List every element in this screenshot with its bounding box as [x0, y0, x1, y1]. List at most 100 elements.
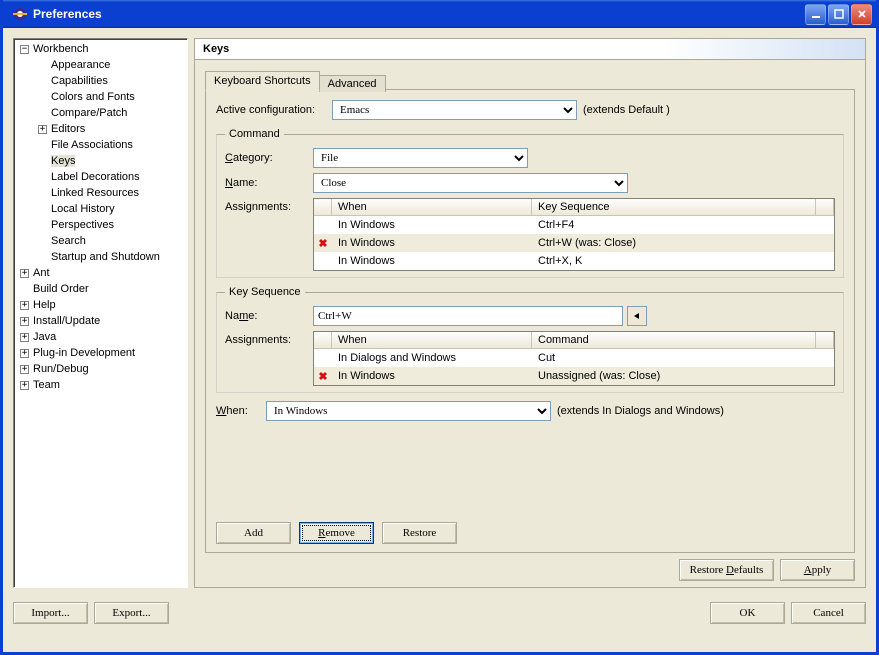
tab-advanced[interactable]: Advanced	[319, 75, 386, 92]
active-config-select[interactable]: Emacs	[332, 100, 577, 120]
tree-item[interactable]: Perspectives	[14, 217, 187, 233]
keyseq-assignments-table[interactable]: When Command In Dialogs and WindowsCut✖I…	[313, 331, 835, 386]
table-row[interactable]: ✖In WindowsUnassigned (was: Close)	[314, 367, 834, 385]
tree-item[interactable]: Linked Resources	[14, 185, 187, 201]
when-extends: (extends In Dialogs and Windows)	[557, 405, 724, 417]
expand-icon[interactable]: +	[20, 301, 29, 310]
tree-item-label: Run/Debug	[33, 363, 89, 375]
cell-when: In Windows	[332, 255, 532, 267]
tree-item[interactable]: + Run/Debug	[14, 361, 187, 377]
tree-item[interactable]: Appearance	[14, 57, 187, 73]
tree-item[interactable]: −Workbench	[14, 41, 187, 57]
tree-item[interactable]: + Install/Update	[14, 313, 187, 329]
add-button[interactable]: Add	[216, 522, 291, 544]
remove-button[interactable]: Remove	[299, 522, 374, 544]
expand-icon[interactable]: +	[20, 333, 29, 342]
tree-item-label: Ant	[33, 267, 50, 279]
col-when[interactable]: When	[332, 332, 532, 348]
keyseq-name-input[interactable]	[313, 306, 623, 326]
table-row[interactable]: In WindowsCtrl+X, K	[314, 252, 834, 270]
col-icon[interactable]	[314, 332, 332, 348]
expand-icon[interactable]: +	[20, 365, 29, 374]
tree-item[interactable]: +Plug-in Development	[14, 345, 187, 361]
tree-spacer	[38, 141, 47, 150]
tree-item[interactable]: Search	[14, 233, 187, 249]
table-row[interactable]: ✖In WindowsCtrl+W (was: Close)	[314, 234, 834, 252]
active-config-extends: (extends Default )	[583, 104, 670, 116]
close-button[interactable]	[851, 4, 872, 25]
page-title: Keys	[194, 38, 866, 60]
cancel-button[interactable]: Cancel	[791, 602, 866, 624]
table-row[interactable]: In Dialogs and WindowsCut	[314, 349, 834, 367]
keyseq-arrow-button[interactable]	[627, 306, 647, 326]
export-button[interactable]: Export...	[94, 602, 169, 624]
tree-item[interactable]: Startup and Shutdown	[14, 249, 187, 265]
keyseq-name-label: Name:	[225, 310, 305, 322]
cell-when: In Windows	[332, 219, 532, 231]
tree-item[interactable]: +Team	[14, 377, 187, 393]
import-button[interactable]: Import...	[13, 602, 88, 624]
tree-item[interactable]: Compare/Patch	[14, 105, 187, 121]
tree-item[interactable]: +Editors	[14, 121, 187, 137]
cell-keyseq: Ctrl+F4	[532, 219, 834, 231]
category-select[interactable]: File	[313, 148, 528, 168]
minimize-button[interactable]	[805, 4, 826, 25]
tree-item[interactable]: + Java	[14, 329, 187, 345]
command-name-label: Name:	[225, 177, 305, 189]
tree-item[interactable]: Build Order	[14, 281, 187, 297]
tree-item[interactable]: Keys	[14, 153, 187, 169]
expand-icon[interactable]: +	[20, 349, 29, 358]
when-label: When:	[216, 405, 260, 417]
restore-defaults-button[interactable]: Restore Defaults	[679, 559, 774, 581]
tree-item[interactable]: Capabilities	[14, 73, 187, 89]
expand-icon[interactable]: +	[38, 125, 47, 134]
app-icon	[12, 6, 28, 22]
command-name-select[interactable]: Close	[313, 173, 628, 193]
when-select[interactable]: In Windows	[266, 401, 551, 421]
col-when[interactable]: When	[332, 199, 532, 215]
tree-item-label: Appearance	[51, 59, 110, 71]
cell-when: In Windows	[332, 237, 532, 249]
tree-item-label: Install/Update	[33, 315, 100, 327]
tree-item-label: File Associations	[51, 139, 133, 151]
keyseq-legend: Key Sequence	[225, 286, 305, 298]
col-icon[interactable]	[314, 199, 332, 215]
tree-item[interactable]: Label Decorations	[14, 169, 187, 185]
tree-item[interactable]: + Help	[14, 297, 187, 313]
expand-icon[interactable]: +	[20, 269, 29, 278]
keyseq-group: Key Sequence Name: Assignments:	[216, 286, 844, 393]
maximize-button[interactable]	[828, 4, 849, 25]
tree-item[interactable]: + Ant	[14, 265, 187, 281]
command-group: Command Category: File Name: Close Assig…	[216, 128, 844, 278]
tree-item-label: Java	[33, 331, 56, 343]
tree-spacer	[38, 205, 47, 214]
tree-item-label: Perspectives	[51, 219, 114, 231]
cell-keyseq: Ctrl+W (was: Close)	[532, 237, 834, 249]
expand-icon[interactable]: +	[20, 317, 29, 326]
tree-item[interactable]: Colors and Fonts	[14, 89, 187, 105]
tab-keyboard-shortcuts[interactable]: Keyboard Shortcuts	[205, 71, 320, 91]
tab-bar: Keyboard Shortcuts Advanced	[205, 68, 855, 90]
collapse-icon[interactable]: −	[20, 45, 29, 54]
tree-spacer	[38, 189, 47, 198]
restore-button[interactable]: Restore	[382, 522, 457, 544]
keyseq-assignments-label: Assignments:	[225, 331, 305, 346]
tree-item[interactable]: Local History	[14, 201, 187, 217]
tree-item-label: Startup and Shutdown	[51, 251, 160, 263]
table-row[interactable]: In WindowsCtrl+F4	[314, 216, 834, 234]
cell-command: Unassigned (was: Close)	[532, 370, 834, 382]
tree-item-label: Help	[33, 299, 56, 311]
ok-button[interactable]: OK	[710, 602, 785, 624]
titlebar: Preferences	[3, 0, 876, 28]
apply-button[interactable]: Apply	[780, 559, 855, 581]
tree-spacer	[38, 221, 47, 230]
command-assignments-table[interactable]: When Key Sequence In WindowsCtrl+F4✖In W…	[313, 198, 835, 271]
active-config-label: Active configuration:	[216, 104, 326, 116]
col-command[interactable]: Command	[532, 332, 816, 348]
tree-item-label: Build Order	[33, 283, 89, 295]
preferences-tree[interactable]: −Workbench Appearance CapabilitiesColors a…	[13, 38, 188, 588]
expand-icon[interactable]: +	[20, 381, 29, 390]
tree-item[interactable]: File Associations	[14, 137, 187, 153]
category-label: Category:	[225, 152, 305, 164]
col-keyseq[interactable]: Key Sequence	[532, 199, 816, 215]
